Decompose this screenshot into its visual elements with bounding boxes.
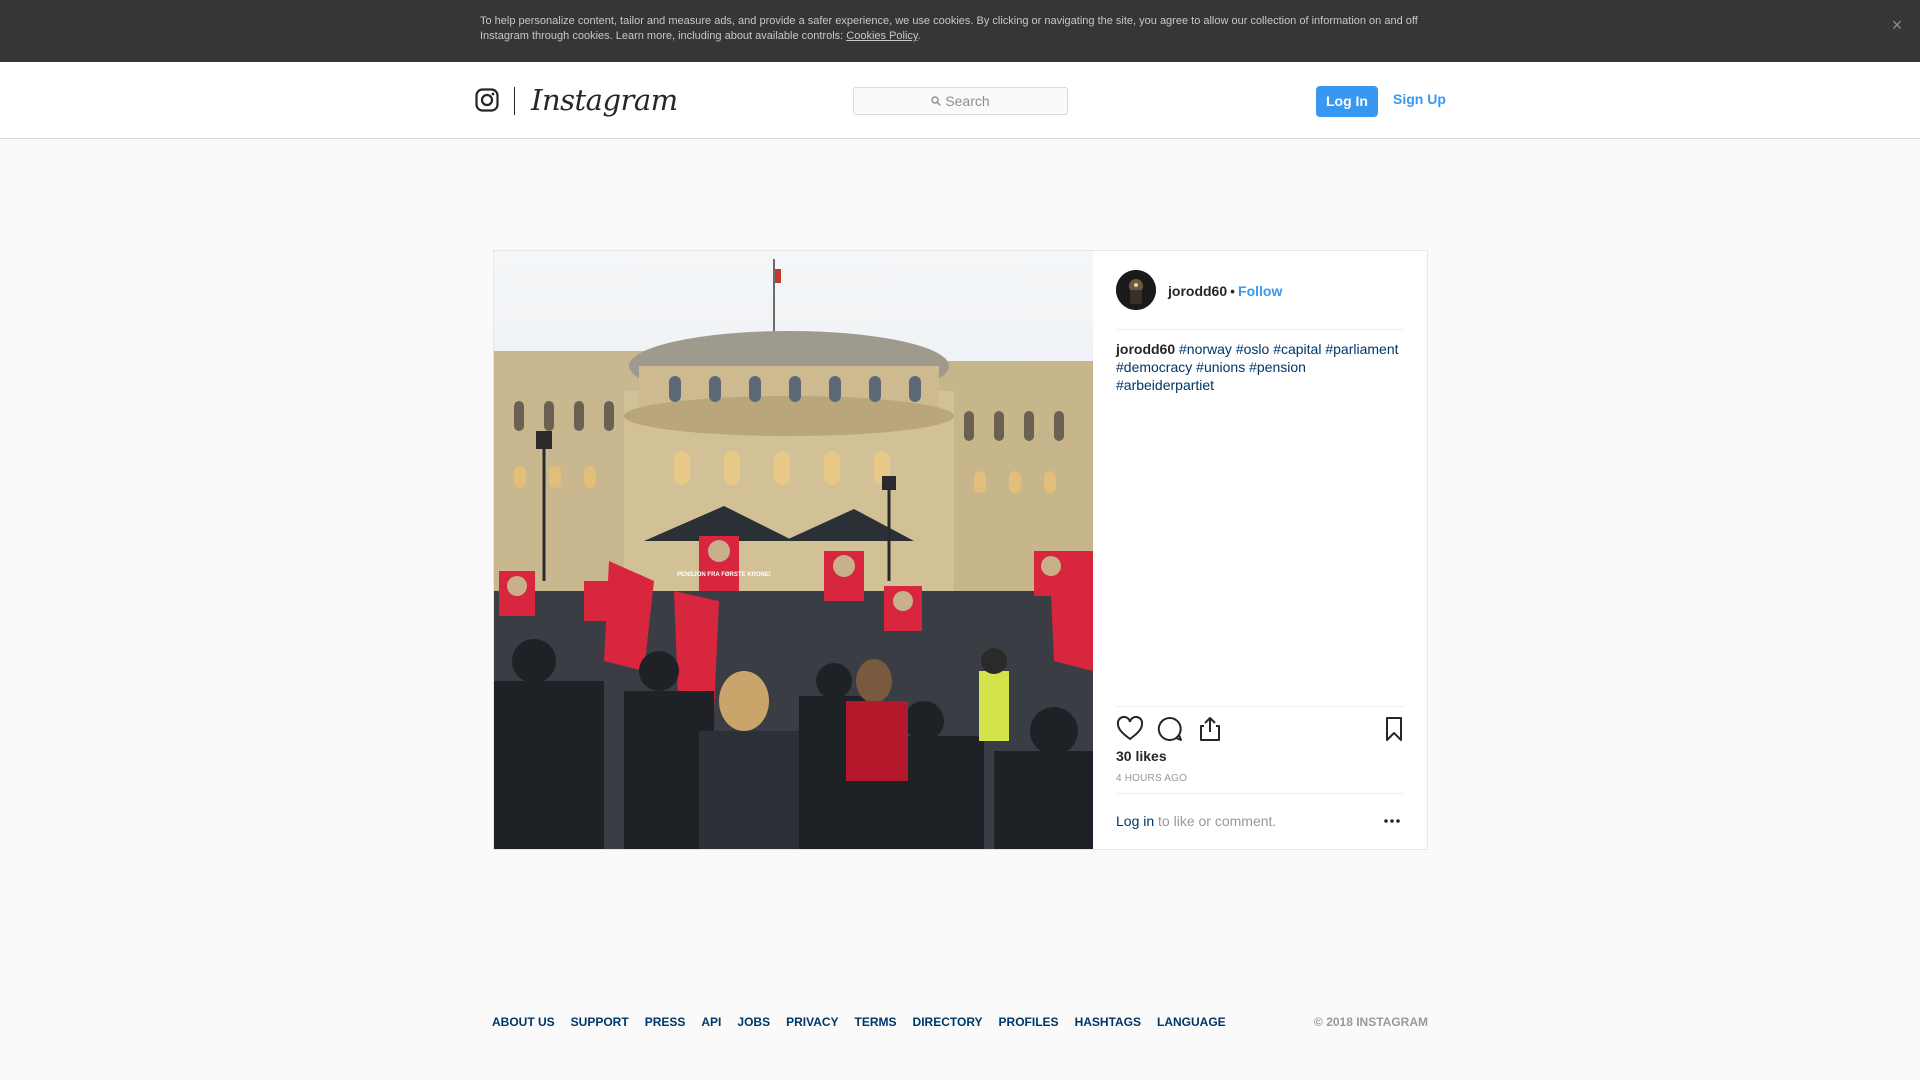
footer-link-press[interactable]: Press: [645, 1013, 686, 1031]
search-placeholder: Search: [945, 93, 990, 109]
instagram-wordmark[interactable]: Instagram: [531, 82, 678, 118]
share-icon[interactable]: [1196, 715, 1224, 743]
post-caption: jorodd60 #norway #oslo #capital #parliam…: [1116, 340, 1406, 394]
footer-link-language[interactable]: Language: [1157, 1013, 1226, 1031]
hashtag-link[interactable]: #democracy: [1116, 359, 1192, 375]
footer-link-profiles[interactable]: Profiles: [999, 1013, 1059, 1031]
search-icon: [931, 96, 942, 106]
post-photo[interactable]: PENSJON FRA FØRSTE KRONE!: [494, 251, 1093, 849]
hashtag-link[interactable]: #oslo: [1236, 341, 1269, 357]
follow-button[interactable]: Follow: [1238, 283, 1282, 299]
copyright: © 2018 Instagram: [1314, 1015, 1428, 1029]
footer-link-jobs[interactable]: Jobs: [737, 1013, 770, 1031]
avatar[interactable]: [1116, 270, 1156, 310]
hashtag-link[interactable]: #parliament: [1325, 341, 1398, 357]
cookies-policy-link[interactable]: Cookies Policy: [846, 30, 917, 42]
footer: About us Support Press API Jobs Privacy …: [492, 1013, 1428, 1033]
footer-link-api[interactable]: API: [701, 1013, 721, 1031]
login-link[interactable]: Log in: [1116, 813, 1154, 829]
search-input[interactable]: Search: [853, 87, 1068, 115]
post-card: PENSJON FRA FØRSTE KRONE! jorodd60 • Follo…: [493, 250, 1428, 850]
hashtag-link[interactable]: #arbeiderpartiet: [1116, 377, 1214, 393]
avatar-image: [1116, 270, 1156, 310]
footer-link-privacy[interactable]: Privacy: [786, 1013, 838, 1031]
hashtag-link[interactable]: #pension: [1249, 359, 1306, 375]
footer-link-hashtags[interactable]: Hashtags: [1075, 1013, 1141, 1031]
separator-dot: •: [1230, 283, 1236, 299]
post-timestamp[interactable]: 4 HOURS AGO: [1116, 772, 1187, 786]
hashtag-link[interactable]: #unions: [1196, 359, 1245, 375]
footer-link-about-us[interactable]: About us: [492, 1013, 555, 1031]
footer-link-support[interactable]: Support: [571, 1013, 629, 1031]
caption-username[interactable]: jorodd60: [1116, 341, 1175, 357]
hashtag-link[interactable]: #capital: [1273, 341, 1321, 357]
owner-line: jorodd60 • Follow: [1168, 282, 1282, 300]
post-header: jorodd60 • Follow: [1116, 270, 1404, 330]
signup-link[interactable]: Sign Up: [1393, 90, 1446, 108]
post-sidebar: jorodd60 • Follow jorodd60 #norway #oslo #…: [1093, 251, 1427, 849]
heart-icon[interactable]: [1116, 715, 1144, 743]
top-navigation: Instagram Search Log In Sign Up: [0, 62, 1920, 139]
instagram-glyph-icon[interactable]: [475, 88, 499, 112]
more-options-icon[interactable]: [1382, 816, 1402, 826]
comment-section: Log in to like or comment.: [1116, 793, 1404, 845]
close-icon[interactable]: ×: [1886, 14, 1908, 36]
bookmark-icon[interactable]: [1380, 715, 1408, 743]
login-button[interactable]: Log In: [1316, 86, 1378, 117]
footer-link-terms[interactable]: Terms: [855, 1013, 897, 1031]
cookie-banner: To help personalize content, tailor and …: [0, 0, 1920, 62]
comment-icon[interactable]: [1156, 715, 1184, 743]
footer-link-directory[interactable]: Directory: [913, 1013, 983, 1031]
owner-username[interactable]: jorodd60: [1168, 283, 1227, 299]
post-photo-image: PENSJON FRA FØRSTE KRONE!: [494, 251, 1093, 849]
cookie-banner-text: To help personalize content, tailor and …: [480, 15, 1418, 42]
cookie-banner-message: To help personalize content, tailor and …: [480, 15, 1418, 42]
login-prompt-text: to like or comment.: [1154, 813, 1277, 829]
footer-nav: About us Support Press API Jobs Privacy …: [492, 1013, 1226, 1031]
logo-divider: [514, 87, 515, 115]
login-prompt: Log in to like or comment.: [1116, 812, 1276, 830]
likes-count[interactable]: 30 likes: [1116, 747, 1167, 765]
banner-text: PENSJON FRA FØRSTE KRONE!: [677, 572, 771, 578]
hashtag-link[interactable]: #norway: [1179, 341, 1232, 357]
